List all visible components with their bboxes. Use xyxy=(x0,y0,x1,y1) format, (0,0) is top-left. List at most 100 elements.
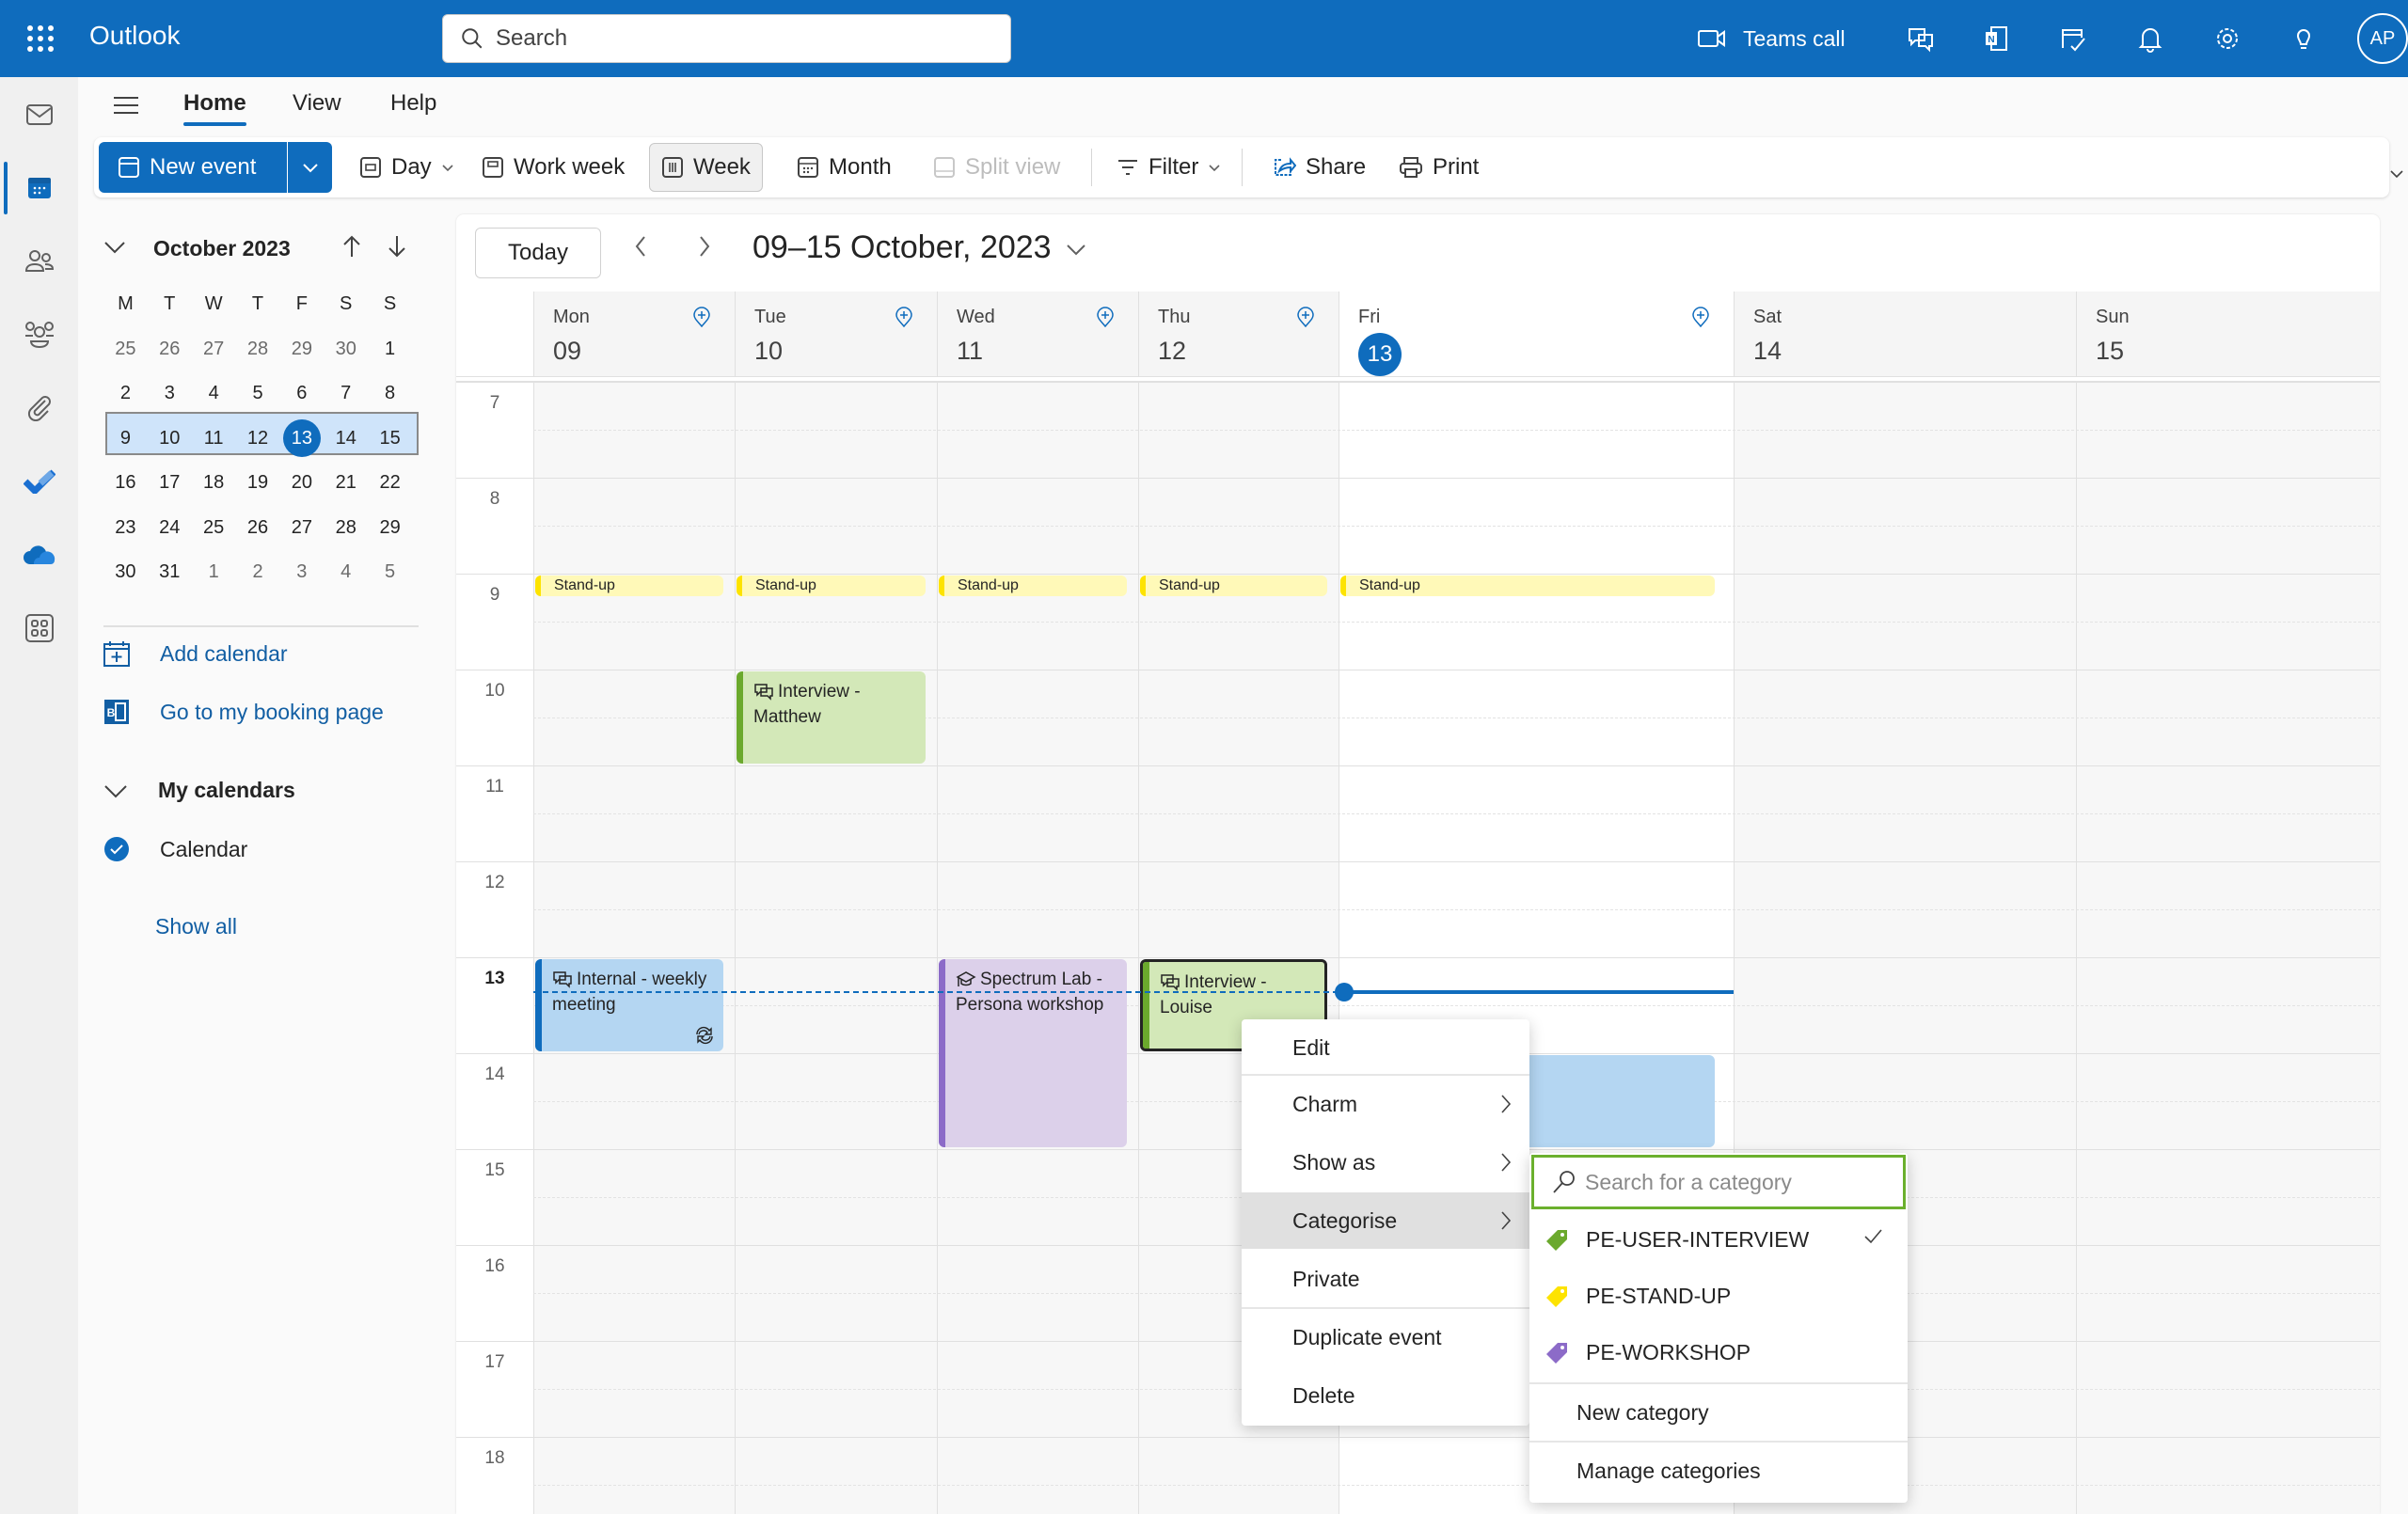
add-calendar-link[interactable]: Add calendar xyxy=(103,640,288,667)
calendar-event[interactable]: Stand-up xyxy=(1140,576,1327,596)
mini-calendar-day[interactable]: 24 xyxy=(148,517,192,539)
category-search-field[interactable] xyxy=(1531,1155,1906,1209)
my-calendars-header[interactable]: My calendars xyxy=(103,778,295,803)
avatar[interactable]: AP xyxy=(2357,13,2408,64)
menu-item-delete[interactable]: Delete xyxy=(1242,1367,1529,1424)
menu-item-categorise[interactable]: Categorise xyxy=(1242,1192,1529,1249)
calendar-event[interactable]: Stand-up xyxy=(737,576,926,596)
day-view-button[interactable]: Day xyxy=(348,143,466,192)
mini-calendar-day[interactable]: 18 xyxy=(192,472,236,494)
category-item[interactable]: PE-STAND-UP xyxy=(1529,1268,1908,1324)
mini-calendar-day[interactable]: 16 xyxy=(103,472,148,494)
mini-calendar-day[interactable]: 22 xyxy=(368,472,412,494)
mini-calendar-day[interactable]: 19 xyxy=(236,472,280,494)
day-header-sun[interactable]: Sun 15 xyxy=(2076,292,2380,376)
mini-calendar-day[interactable]: 13 xyxy=(279,419,324,458)
mini-calendar-day[interactable]: 15 xyxy=(368,428,412,449)
rail-people[interactable] xyxy=(0,233,78,290)
add-location-icon[interactable] xyxy=(1295,307,1316,327)
mini-calendar-day[interactable]: 30 xyxy=(324,339,368,360)
split-view-button[interactable]: Split view xyxy=(922,143,1071,192)
day-column[interactable] xyxy=(735,382,937,1514)
calendar-event[interactable]: Internal - weekly meeting xyxy=(535,959,723,1051)
teams-call-button[interactable]: Teams call xyxy=(1698,0,1846,77)
filter-button[interactable]: Filter xyxy=(1105,143,1232,192)
calendar-event[interactable]: Spectrum Lab - Persona workshop xyxy=(939,959,1127,1147)
date-range-title[interactable]: 09–15 October, 2023 xyxy=(752,229,1052,266)
show-all-link[interactable]: Show all xyxy=(155,914,237,939)
prev-month-button[interactable] xyxy=(341,234,362,263)
mini-calendar-day[interactable]: 20 xyxy=(279,472,324,494)
mini-calendar-day[interactable]: 7 xyxy=(324,383,368,404)
day-header-thu[interactable]: Thu 12 xyxy=(1138,292,1339,376)
booking-page-link[interactable]: B Go to my booking page xyxy=(103,699,384,725)
mini-calendar-day[interactable]: 30 xyxy=(103,561,148,583)
mini-calendar-day[interactable]: 8 xyxy=(368,383,412,404)
settings-button[interactable] xyxy=(2209,0,2246,77)
rail-groups[interactable] xyxy=(0,307,78,363)
category-item[interactable]: PE-WORKSHOP xyxy=(1529,1324,1908,1380)
mini-calendar-day[interactable]: 5 xyxy=(236,383,280,404)
rail-files[interactable] xyxy=(0,380,78,436)
mini-calendar-day[interactable]: 10 xyxy=(148,428,192,449)
rail-more-apps[interactable] xyxy=(0,600,78,656)
new-event-dropdown[interactable] xyxy=(288,142,332,193)
mini-calendar-day[interactable]: 23 xyxy=(103,517,148,539)
add-location-icon[interactable] xyxy=(894,307,914,327)
menu-item-show-as[interactable]: Show as xyxy=(1242,1134,1529,1191)
day-header-tue[interactable]: Tue 10 xyxy=(735,292,937,376)
mini-calendar-day[interactable]: 26 xyxy=(148,339,192,360)
day-header-wed[interactable]: Wed 11 xyxy=(937,292,1138,376)
menu-item-charm[interactable]: Charm xyxy=(1242,1076,1529,1132)
rail-mail[interactable] xyxy=(0,87,78,143)
day-column[interactable] xyxy=(937,382,1138,1514)
calendar-event[interactable]: Stand-up xyxy=(939,576,1127,596)
new-event-button[interactable]: New event xyxy=(99,142,287,193)
mini-calendar-day[interactable]: 31 xyxy=(148,561,192,583)
tab-help[interactable]: Help xyxy=(390,90,436,117)
day-header-mon[interactable]: Mon 09 xyxy=(533,292,735,376)
mini-calendar-day[interactable]: 25 xyxy=(103,339,148,360)
date-range-dropdown[interactable] xyxy=(1066,243,1086,260)
mini-calendar-day[interactable]: 14 xyxy=(324,428,368,449)
mini-calendar-day[interactable]: 28 xyxy=(324,517,368,539)
manage-categories-item[interactable]: Manage categories xyxy=(1529,1443,1908,1499)
hamburger-menu-button[interactable] xyxy=(112,94,140,121)
week-view-button[interactable]: Week xyxy=(649,143,763,192)
mini-calendar-day[interactable]: 6 xyxy=(279,383,324,404)
ribbon-expand-button[interactable] xyxy=(2389,167,2404,184)
mini-calendar-collapse[interactable] xyxy=(103,240,126,260)
day-column[interactable] xyxy=(2076,382,2380,1514)
mini-calendar-day[interactable]: 2 xyxy=(103,383,148,404)
tab-view[interactable]: View xyxy=(293,90,341,117)
mini-calendar-day[interactable]: 26 xyxy=(236,517,280,539)
mini-calendar-day[interactable]: 29 xyxy=(368,517,412,539)
next-week-button[interactable] xyxy=(697,233,712,267)
add-location-icon[interactable] xyxy=(691,307,712,327)
my-day-button[interactable] xyxy=(2054,0,2092,77)
rail-todo[interactable] xyxy=(0,453,78,510)
tab-home[interactable]: Home xyxy=(183,90,246,126)
add-location-icon[interactable] xyxy=(1690,307,1711,327)
category-item[interactable]: PE-USER-INTERVIEW xyxy=(1529,1211,1908,1268)
rail-calendar[interactable] xyxy=(0,160,78,216)
search-box[interactable]: Search xyxy=(442,14,1011,63)
mini-calendar-day[interactable]: 17 xyxy=(148,472,192,494)
menu-item-duplicate-event[interactable]: Duplicate event xyxy=(1242,1309,1529,1365)
mini-calendar-day[interactable]: 1 xyxy=(192,561,236,583)
app-name[interactable]: Outlook xyxy=(89,21,181,51)
day-header-sat[interactable]: Sat 14 xyxy=(1734,292,2076,376)
notifications-button[interactable] xyxy=(2131,0,2169,77)
mini-calendar-day[interactable]: 4 xyxy=(192,383,236,404)
calendar-event[interactable]: Interview - Matthew xyxy=(737,671,926,764)
work-week-view-button[interactable]: Work week xyxy=(470,143,636,192)
mini-calendar-day[interactable]: 12 xyxy=(236,428,280,449)
today-button[interactable]: Today xyxy=(475,228,601,278)
rail-onedrive[interactable] xyxy=(0,527,78,583)
category-search-input[interactable] xyxy=(1585,1169,1886,1195)
feedback-button[interactable] xyxy=(1902,0,1940,77)
app-launcher-icon[interactable] xyxy=(24,23,56,55)
mini-calendar-day[interactable]: 11 xyxy=(192,428,236,449)
month-view-button[interactable]: Month xyxy=(785,143,903,192)
mini-calendar-day[interactable]: 27 xyxy=(279,517,324,539)
